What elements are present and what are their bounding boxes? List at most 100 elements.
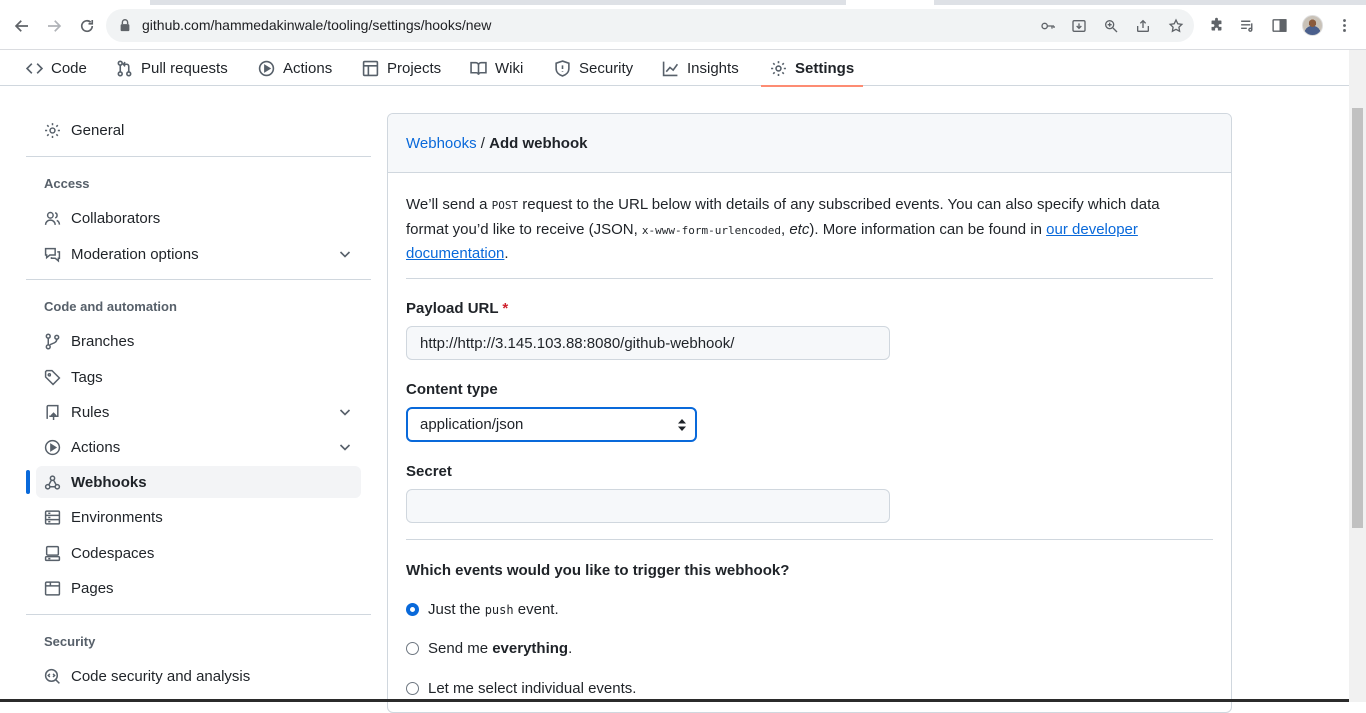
tab-projects[interactable]: Projects — [362, 50, 441, 86]
breadcrumb-separator: / — [480, 135, 485, 152]
radio-push[interactable] — [406, 603, 419, 616]
tab-pull-requests-label: Pull requests — [141, 59, 228, 77]
events-question: Which events would you like to trigger t… — [406, 562, 790, 579]
reading-list-button[interactable] — [1237, 15, 1257, 35]
section-divider — [406, 539, 1213, 540]
tab-insights[interactable]: Insights — [662, 50, 739, 86]
playlist-icon — [1240, 20, 1252, 32]
secret-input[interactable] — [406, 489, 890, 523]
push-code: push — [484, 603, 514, 617]
arrow-left-icon — [14, 20, 28, 32]
comment-discussion-icon — [44, 247, 61, 262]
tab-code[interactable]: Code — [26, 50, 87, 86]
people-icon — [44, 211, 61, 225]
tab-insights-label: Insights — [687, 59, 739, 77]
breadcrumb: Webhooks / Add webhook — [406, 135, 587, 152]
sidebar-item-branches[interactable]: Branches — [36, 325, 361, 357]
table-icon — [362, 60, 379, 76]
intro-text: We’ll send a POST request to the URL bel… — [406, 193, 1196, 266]
required-mark: * — [502, 300, 509, 317]
tab-security-label: Security — [579, 59, 634, 77]
intro-part: We’ll send a — [406, 196, 492, 213]
sidebar-item-actions[interactable]: Actions — [36, 431, 361, 463]
sidebar-item-general[interactable]: General — [36, 114, 361, 146]
forward-button[interactable] — [42, 14, 66, 38]
sidebar-heading-security: Security — [44, 634, 96, 649]
kebab-menu-icon — [1342, 18, 1346, 32]
sidebar-item-code-security[interactable]: Code security and analysis — [36, 660, 361, 692]
section-divider — [406, 278, 1213, 279]
bookmark-button[interactable] — [1166, 16, 1186, 36]
sidebar-heading-code: Code and automation — [44, 299, 177, 314]
reload-button[interactable] — [75, 14, 99, 38]
payload-url-label-text: Payload URL — [406, 300, 499, 317]
sidebar-item-codespaces[interactable]: Codespaces — [36, 537, 361, 569]
star-icon — [1168, 18, 1184, 33]
tab-code-label: Code — [51, 59, 87, 77]
tab-settings[interactable]: Settings — [760, 50, 864, 87]
sidebar-item-collaborators[interactable]: Collaborators — [36, 202, 361, 234]
intro-format-code: x-www-form-urlencoded — [641, 223, 781, 237]
scrollbar-thumb[interactable] — [1352, 108, 1363, 528]
payload-url-label: Payload URL * — [406, 300, 508, 317]
chevron-down-icon — [339, 444, 351, 451]
sidebar-item-environments[interactable]: Environments — [36, 501, 361, 533]
password-key-button[interactable] — [1038, 16, 1058, 36]
tab-wiki[interactable]: Wiki — [470, 50, 523, 86]
tab-actions-label: Actions — [283, 59, 333, 77]
content-type-label: Content type — [406, 381, 498, 398]
sidebar-divider — [26, 156, 371, 157]
install-icon — [1072, 20, 1086, 32]
tab-projects-label: Projects — [387, 59, 442, 77]
chevron-down-icon — [339, 251, 351, 258]
add-webhook-card: Webhooks / Add webhook We’ll send a POST… — [387, 113, 1232, 713]
content-type-select[interactable]: application/json — [406, 407, 697, 442]
git-pull-request-icon — [117, 59, 132, 77]
browser-menu-button[interactable] — [1334, 15, 1354, 35]
codescan-icon — [44, 668, 60, 684]
key-icon — [1041, 22, 1055, 30]
share-button[interactable] — [1133, 16, 1153, 36]
page-title: Add webhook — [489, 135, 588, 152]
radio-select-events[interactable] — [406, 682, 419, 695]
server-icon — [44, 509, 61, 525]
payload-url-input[interactable] — [406, 326, 890, 360]
puzzle-icon — [1211, 17, 1221, 30]
radio-option-everything[interactable]: Send me everything. — [406, 640, 572, 657]
chevron-down-icon — [339, 409, 351, 416]
side-panel-button[interactable] — [1269, 15, 1289, 35]
sidebar-item-tags[interactable]: Tags — [36, 361, 361, 393]
sidebar-item-webhooks[interactable]: Webhooks — [26, 466, 361, 498]
intro-etc: etc — [789, 220, 810, 238]
radio-label-part: event. — [513, 601, 559, 618]
repo-push-icon — [46, 404, 59, 420]
sidebar-item-label: Code security and analysis — [71, 667, 251, 685]
radio-option-push[interactable]: Just the push event. — [406, 601, 559, 618]
radio-everything[interactable] — [406, 642, 419, 655]
side-panel-icon — [1271, 18, 1287, 32]
sidebar-item-moderation[interactable]: Moderation options — [36, 238, 361, 270]
sidebar-item-label: Moderation options — [71, 245, 199, 263]
profile-avatar[interactable] — [1302, 15, 1323, 36]
back-button[interactable] — [10, 14, 34, 38]
intro-part: ). More information can be found in — [809, 220, 1047, 238]
sidebar-item-pages[interactable]: Pages — [36, 572, 361, 604]
tab-actions[interactable]: Actions — [258, 50, 332, 86]
address-bar[interactable]: github.com/hammedakinwale/tooling/settin… — [106, 9, 1194, 42]
install-app-button[interactable] — [1069, 16, 1089, 36]
radio-label-part: Send me — [428, 640, 493, 657]
tab-wiki-label: Wiki — [495, 59, 524, 77]
sidebar-item-rules[interactable]: Rules — [36, 396, 361, 428]
tab-security[interactable]: Security — [554, 50, 633, 86]
tab-pull-requests[interactable]: Pull requests — [116, 50, 228, 86]
browser-toolbar: github.com/hammedakinwale/tooling/settin… — [0, 0, 1366, 50]
extensions-button[interactable] — [1206, 15, 1226, 35]
sidebar-divider — [26, 279, 371, 280]
shield-icon — [555, 59, 570, 77]
radio-option-select[interactable]: Let me select individual events. — [406, 680, 636, 697]
breadcrumb-webhooks-link[interactable]: Webhooks — [406, 135, 477, 152]
intro-post-code: POST — [491, 199, 519, 212]
zoom-button[interactable] — [1101, 16, 1121, 36]
browser-icon — [44, 580, 61, 596]
page-scrollbar[interactable] — [1349, 50, 1366, 702]
